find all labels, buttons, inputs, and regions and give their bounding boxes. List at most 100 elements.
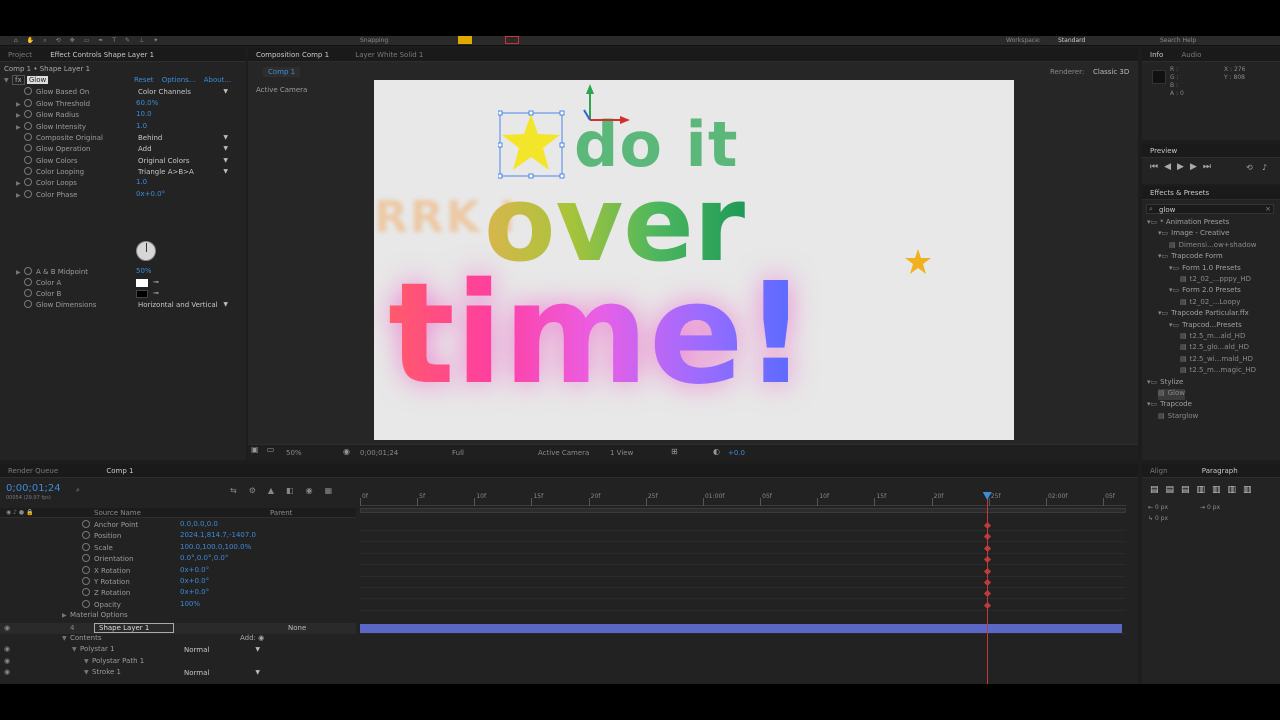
effect-prop-dropdown[interactable]: Behind ▼ xyxy=(138,134,228,143)
snapping-label[interactable]: Snapping xyxy=(360,37,388,44)
effect-prop-dropdown[interactable]: Triangle A>B>A ▼ xyxy=(138,168,228,177)
chevron-down-icon[interactable]: ▼ xyxy=(62,635,70,642)
stopwatch-icon[interactable] xyxy=(82,599,90,608)
comp-canvas[interactable]: RRK I do it over time! xyxy=(374,80,1014,440)
layer-name[interactable]: Shape Layer 1 xyxy=(94,622,174,633)
chevron-right-icon[interactable]: ▶ xyxy=(16,124,24,131)
tree-item[interactable]: ▾▭ Trapcode Form xyxy=(1158,252,1223,263)
eye-icon[interactable]: ◉ xyxy=(4,645,10,656)
blend-mode-dropdown[interactable]: Normal ▼ xyxy=(184,669,260,678)
playback-controls[interactable]: ⏮◀▶▶⏭ xyxy=(1150,162,1217,172)
tree-item[interactable]: ▤ t2.5_m...magic_HD xyxy=(1180,366,1256,377)
effect-prop-value[interactable]: 0x+0.0° xyxy=(136,190,165,201)
stopwatch-icon[interactable] xyxy=(24,122,32,130)
viewer-timecode[interactable]: 0;00;01;24 xyxy=(360,449,398,457)
stopwatch-icon[interactable] xyxy=(24,110,32,118)
transform-prop-value[interactable]: 0x+0.0° xyxy=(180,566,209,577)
transform-prop-value[interactable]: 0.0,0.0,0.0 xyxy=(180,520,218,531)
tree-item[interactable]: ▾▭ * Animation Presets xyxy=(1147,218,1229,229)
chevron-right-icon[interactable]: ▶ xyxy=(16,269,24,276)
add-button[interactable]: Add: ◉ xyxy=(240,634,264,645)
view-layout-dropdown[interactable]: 1 View xyxy=(610,449,633,457)
tree-item[interactable]: ▤ t2_02_...pppy_HD xyxy=(1180,275,1251,286)
stopwatch-icon[interactable] xyxy=(24,178,32,186)
transform-prop-value[interactable]: 2024.1,814.7,-1407.0 xyxy=(180,531,256,542)
camera-dropdown[interactable]: Active Camera xyxy=(538,449,589,457)
layer-duration-bar[interactable] xyxy=(360,623,1122,633)
options-link[interactable]: Options... xyxy=(162,76,196,84)
stopwatch-icon[interactable] xyxy=(24,156,32,164)
reset-link[interactable]: Reset xyxy=(134,76,154,84)
search-icon[interactable]: ⌕ xyxy=(76,486,80,495)
stroke-swatch[interactable] xyxy=(505,36,519,44)
eyedropper-icon[interactable]: ⊸ xyxy=(153,278,159,286)
chevron-down-icon[interactable]: ▼ xyxy=(72,646,80,653)
stopwatch-icon[interactable] xyxy=(82,531,90,540)
search-help-field[interactable]: Search Help xyxy=(1160,37,1196,44)
indent-first[interactable]: ↳ 0 px xyxy=(1148,515,1168,526)
stopwatch-icon[interactable] xyxy=(82,542,90,551)
tree-item[interactable]: ▤ Glow xyxy=(1158,389,1186,400)
stopwatch-icon[interactable] xyxy=(24,87,32,95)
eyedropper-icon[interactable]: ⊸ xyxy=(153,289,159,297)
tree-item[interactable]: ▤ t2.5_glo...ald_HD xyxy=(1180,343,1249,354)
tree-item[interactable]: ▾▭ Form 2.0 Presets xyxy=(1169,286,1241,297)
indent-left[interactable]: ⇤ 0 px xyxy=(1148,504,1168,515)
stopwatch-icon[interactable] xyxy=(82,565,90,574)
transform-prop-value[interactable]: 0x+0.0° xyxy=(180,588,209,599)
justify-buttons[interactable]: ▤▤▤▥▥▥▥ xyxy=(1150,485,1259,495)
clear-icon[interactable]: × xyxy=(1265,205,1271,213)
always-preview-icon[interactable]: ▣ xyxy=(251,445,259,454)
tree-item[interactable]: ▾▭ Trapcode Particular.ffx xyxy=(1158,309,1249,320)
loop-icon[interactable]: ⟲ xyxy=(1246,163,1253,172)
transform-prop-value[interactable]: 0.0°,0.0°,0.0° xyxy=(180,554,228,565)
source-name-header[interactable]: Source Name xyxy=(94,509,141,517)
effect-prop-value[interactable]: 1.0 xyxy=(136,178,147,189)
chevron-right-icon[interactable]: ▶ xyxy=(16,180,24,187)
tree-item[interactable]: ▤ t2_02_...Loopy xyxy=(1180,298,1240,309)
stopwatch-icon[interactable] xyxy=(24,289,32,297)
audio-icon[interactable]: ♪ xyxy=(1262,163,1267,172)
layer-row[interactable]: ◉ 4 Shape Layer 1 None xyxy=(0,622,356,634)
stopwatch-icon[interactable] xyxy=(24,278,32,286)
chevron-right-icon[interactable]: ▶ xyxy=(16,192,24,199)
tool-icons[interactable]: ⌂✋⌕⟲✥▭✒T✎⊥✦ xyxy=(14,37,167,45)
effect-prop-value[interactable]: 10.0 xyxy=(136,110,152,121)
chevron-down-icon[interactable]: ▼ xyxy=(84,669,92,676)
work-area-bar[interactable] xyxy=(360,508,1126,513)
eye-icon[interactable]: ◉ xyxy=(4,668,10,679)
renderer-value[interactable]: Classic 3D xyxy=(1093,68,1129,76)
stopwatch-icon[interactable] xyxy=(24,300,32,308)
glow-dimensions-dropdown[interactable]: Horizontal and Vertical ▼ xyxy=(138,301,228,310)
transform-prop-value[interactable]: 0x+0.0° xyxy=(180,577,209,588)
monitor-icon[interactable]: ▭ xyxy=(267,445,275,454)
timeline-switch-icons[interactable]: ⇆⚙▲◧◉▦ xyxy=(230,486,344,495)
effect-prop-dropdown[interactable]: Color Channels ▼ xyxy=(138,88,228,97)
color-b-swatch[interactable] xyxy=(136,290,148,298)
stopwatch-icon[interactable] xyxy=(24,144,32,152)
exposure-value[interactable]: +0.0 xyxy=(728,449,745,457)
tab-align[interactable]: Align xyxy=(1142,464,1176,477)
tree-item[interactable]: ▾▭ Stylize xyxy=(1147,378,1183,389)
time-ruler[interactable]: 0f 5f 10f 15f 20f 25f 01:00f 05f 10f 15f 20f 25f 02:… xyxy=(360,492,1126,506)
indent-right[interactable]: ⇥ 0 px xyxy=(1200,504,1220,515)
effect-prop-dropdown[interactable]: Add ▼ xyxy=(138,145,228,154)
stopwatch-icon[interactable] xyxy=(24,133,32,141)
effect-prop-value[interactable]: 1.0 xyxy=(136,122,147,133)
eye-icon[interactable]: ◉ xyxy=(4,624,10,632)
transform-prop-value[interactable]: 100.0,100.0,100.0% xyxy=(180,543,251,554)
layer-parent[interactable]: None xyxy=(288,624,306,632)
chevron-right-icon[interactable]: ▶ xyxy=(16,112,24,119)
workspace-dropdown[interactable]: Standard xyxy=(1058,37,1085,44)
fill-swatch[interactable] xyxy=(458,36,472,44)
zoom-dropdown[interactable]: 50% xyxy=(286,449,302,457)
tree-item[interactable]: ▾▭ Trapcode xyxy=(1147,400,1192,411)
tab-project[interactable]: Project xyxy=(0,48,40,61)
stopwatch-icon[interactable] xyxy=(82,520,90,528)
parent-header[interactable]: Parent xyxy=(270,509,292,517)
effect-prop-dropdown[interactable]: Original Colors ▼ xyxy=(138,157,228,166)
fx-badge[interactable]: fx xyxy=(12,75,25,85)
tab-comp-1[interactable]: Comp 1 xyxy=(98,464,141,477)
stopwatch-icon[interactable] xyxy=(24,99,32,107)
tab-render-queue[interactable]: Render Queue xyxy=(0,464,66,477)
